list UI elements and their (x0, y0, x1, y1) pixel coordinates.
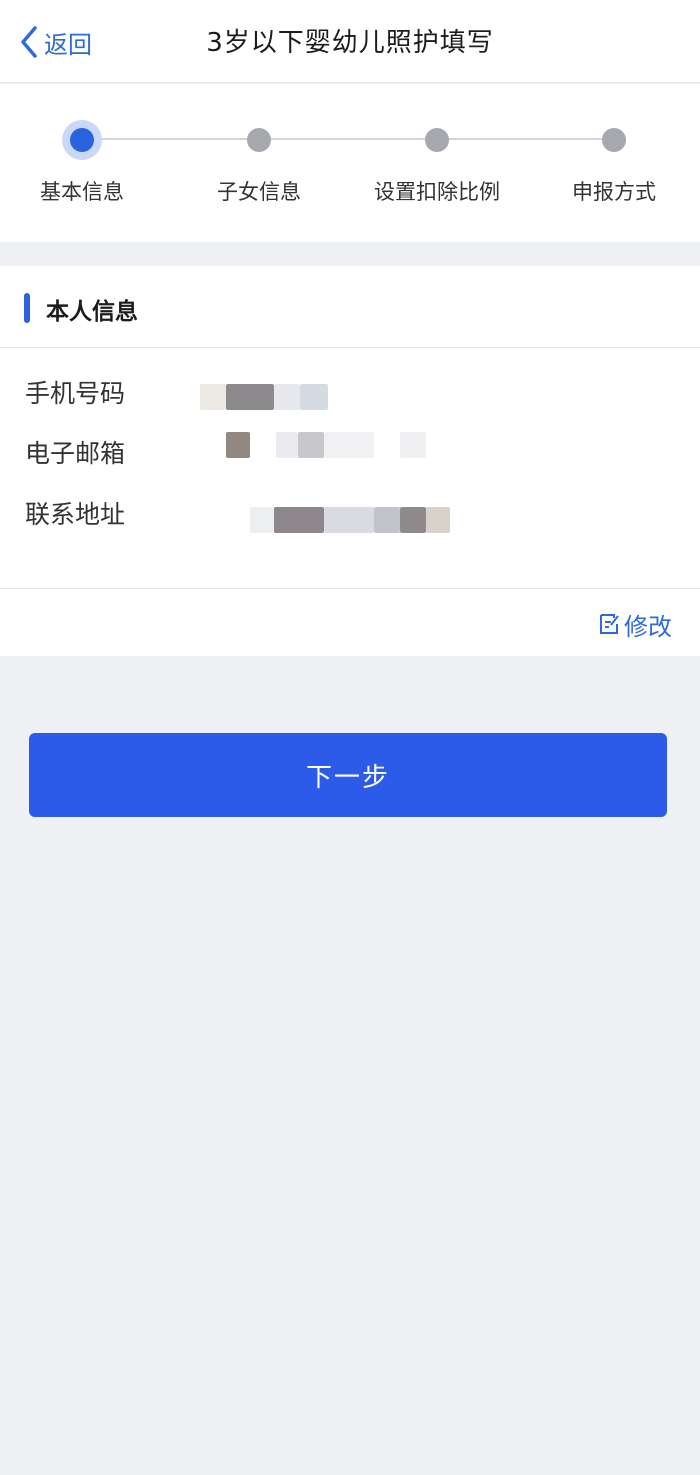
nav-bar: 返回 3岁以下婴幼儿照护填写 (0, 0, 700, 83)
section-header: 本人信息 (0, 266, 700, 348)
step-label: 设置扣除比例 (374, 180, 500, 204)
step-deduction-ratio: 设置扣除比例 (337, 84, 537, 242)
section-accent-bar (24, 293, 30, 323)
step-indicator: 基本信息 子女信息 设置扣除比例 申报方式 (0, 84, 700, 242)
step-label: 基本信息 (40, 180, 124, 204)
next-step-button[interactable]: 下一步 (29, 733, 667, 817)
edit-label: 修改 (624, 612, 672, 641)
section-title: 本人信息 (46, 299, 138, 325)
personal-info-card: 本人信息 手机号码 电子邮箱 联系地址 修改 (0, 266, 700, 656)
address-label: 联系地址 (25, 500, 126, 529)
page-title: 3岁以下婴幼儿照护填写 (206, 28, 494, 58)
edit-icon (600, 614, 619, 634)
step-dot (602, 128, 626, 152)
step-filing-method: 申报方式 (514, 84, 700, 242)
divider (0, 588, 700, 589)
phone-label: 手机号码 (25, 379, 126, 408)
step-label: 子女信息 (217, 180, 301, 204)
step-dot-active (62, 120, 102, 160)
step-children-info: 子女信息 (159, 84, 359, 242)
edit-button[interactable]: 修改 (598, 608, 672, 641)
step-basic-info: 基本信息 (0, 84, 182, 242)
step-dot (247, 128, 271, 152)
step-dot (425, 128, 449, 152)
email-label: 电子邮箱 (25, 439, 126, 468)
step-label: 申报方式 (572, 180, 656, 204)
